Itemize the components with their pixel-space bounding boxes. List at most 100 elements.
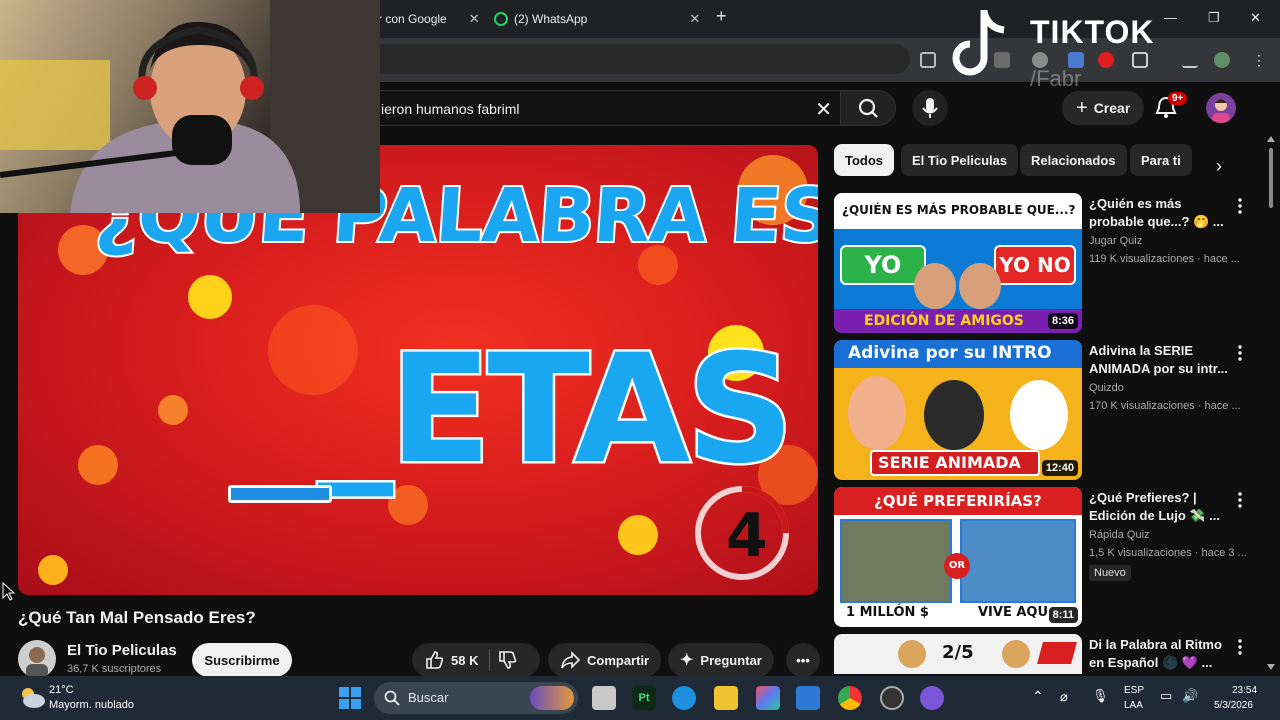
- recommendation-title[interactable]: ¿Quién es más probable que...? 🤭 ...: [1089, 195, 1239, 231]
- mic-icon: [922, 98, 938, 118]
- close-tab-icon[interactable]: ✕: [469, 11, 480, 27]
- more-actions-button[interactable]: •••: [786, 643, 820, 677]
- recommendation-thumbnail[interactable]: ¿QUIÉN ES MÁS PROBABLE QUE...? YO YO NO …: [834, 193, 1082, 333]
- more-vert-icon[interactable]: [1234, 491, 1246, 509]
- recommendation-title[interactable]: Di la Palabra al Ritmo en Español 🌑 💜 ..…: [1089, 636, 1239, 672]
- like-icon[interactable]: [424, 650, 444, 670]
- taskbar-search[interactable]: Buscar: [374, 682, 578, 714]
- new-tab-icon[interactable]: +: [716, 6, 727, 27]
- media-icon[interactable]: [1182, 52, 1198, 68]
- windows-start-icon[interactable]: [338, 686, 362, 710]
- recommendation-title[interactable]: ¿Qué Prefieres? | Edición de Lujo 💸 ...: [1089, 489, 1239, 525]
- recommendation-item[interactable]: ¿QUIÉN ES MÁS PROBABLE QUE...? YO YO NO …: [834, 193, 1264, 333]
- search-input[interactable]: ieron humanos fabriml ✕: [300, 90, 840, 126]
- tray-volume-icon[interactable]: 🔊: [1182, 688, 1198, 704]
- channel-subscribers: 36,7 K suscriptores: [67, 663, 162, 675]
- recommendation-thumbnail[interactable]: ¿QUÉ PREFERIRÍAS? OR 1 MILLÓN $ VIVE AQU…: [834, 487, 1082, 627]
- more-vert-icon[interactable]: [1234, 638, 1246, 656]
- channel-name[interactable]: El Tio Peliculas: [67, 642, 177, 659]
- chip-todos[interactable]: Todos: [834, 144, 895, 176]
- tab-whatsapp[interactable]: (2) WhatsApp ✕: [494, 8, 700, 30]
- tray-display-icon[interactable]: ▭: [1160, 688, 1172, 704]
- subscribe-button[interactable]: Suscribirme: [192, 643, 292, 677]
- voice-search-button[interactable]: [912, 90, 948, 126]
- dislike-icon[interactable]: [497, 650, 517, 670]
- tab-whatsapp-label: (2) WhatsApp: [514, 12, 588, 26]
- weather-description[interactable]: Mayorm. nublado: [49, 699, 134, 711]
- search-icon: [384, 690, 400, 706]
- chat-app-icon[interactable]: [920, 686, 944, 710]
- account-avatar[interactable]: [1206, 93, 1236, 123]
- language-top[interactable]: ESP: [1124, 685, 1144, 696]
- close-tab-icon[interactable]: ✕: [689, 11, 700, 27]
- chrome-icon[interactable]: [838, 686, 862, 710]
- clear-search-icon[interactable]: ✕: [815, 97, 832, 122]
- recommendation-channel[interactable]: Quizdo: [1089, 382, 1124, 394]
- tiktok-brand-text: TIKTOK: [1030, 14, 1155, 50]
- microsoft-365-icon[interactable]: [756, 686, 780, 710]
- record-icon[interactable]: [1098, 52, 1114, 68]
- thumb-face: [959, 263, 1001, 309]
- recommendation-title[interactable]: Adivina la SERIE ANIMADA por su intr...: [1089, 342, 1239, 378]
- file-explorer-icon[interactable]: [714, 686, 738, 710]
- webcam-overlay: [0, 0, 380, 213]
- screen: r con Google ✕ (2) WhatsApp ✕ + — ❐ ✕ ⋮ …: [0, 0, 1280, 720]
- install-icon[interactable]: [920, 52, 936, 68]
- tray-chevron-up-icon[interactable]: ⌃: [1032, 688, 1044, 705]
- recommendation-thumbnail[interactable]: Adivina por su INTRO SERIE ANIMADA 12:40: [834, 340, 1082, 480]
- plus-icon: +: [1076, 96, 1088, 119]
- countdown-number: 4: [726, 501, 768, 571]
- search-button[interactable]: [840, 90, 896, 126]
- video-duration: 8:36: [1047, 313, 1078, 329]
- recommendation-item[interactable]: Adivina por su INTRO SERIE ANIMADA 12:40…: [834, 340, 1264, 480]
- channel-avatar[interactable]: [18, 640, 56, 678]
- language-bottom[interactable]: LAA: [1124, 700, 1143, 711]
- window-close-icon[interactable]: ✕: [1250, 10, 1261, 26]
- chip-para-ti[interactable]: Para ti: [1130, 144, 1192, 176]
- tab-google-label: r con Google: [378, 12, 447, 26]
- weather-cloud-icon[interactable]: [18, 684, 46, 710]
- store-icon[interactable]: [796, 686, 820, 710]
- more-vert-icon[interactable]: [1234, 344, 1246, 362]
- share-button[interactable]: Compartir: [548, 643, 662, 677]
- chevron-right-icon[interactable]: ›: [1216, 156, 1222, 177]
- recommendation-meta: 1,5 K visualizaciones · hace 3 ...: [1089, 547, 1247, 559]
- thumb-character: [848, 376, 906, 450]
- tray-network-off-icon[interactable]: ⌀: [1060, 689, 1068, 705]
- recorder-app-icon[interactable]: [880, 686, 904, 710]
- clock-date[interactable]: 5/3/2026: [1214, 700, 1253, 711]
- minimize-icon[interactable]: —: [1164, 10, 1177, 25]
- clock-time[interactable]: 23:54: [1232, 685, 1257, 696]
- more-vert-icon[interactable]: [1234, 197, 1246, 215]
- thumb-character: [1010, 380, 1068, 450]
- chip-relacionados[interactable]: Relacionados: [1020, 144, 1127, 176]
- page-scrollbar[interactable]: [1266, 134, 1276, 674]
- recommendation-channel[interactable]: Rápida Quiz: [1089, 529, 1150, 541]
- pt-app-icon[interactable]: Pt: [632, 686, 656, 710]
- edge-icon[interactable]: [672, 686, 696, 710]
- task-view-icon[interactable]: [592, 686, 616, 710]
- restore-icon[interactable]: ❐: [1208, 10, 1220, 26]
- recommendation-thumbnail[interactable]: 2/5: [834, 634, 1082, 674]
- browser-menu-icon[interactable]: ⋮: [1252, 52, 1266, 68]
- recommendation-item[interactable]: 2/5 Di la Palabra al Ritmo en Español 🌑 …: [834, 634, 1264, 674]
- create-button[interactable]: + Crear: [1062, 91, 1145, 125]
- profile-icon[interactable]: [1214, 52, 1230, 68]
- extensions-puzzle-icon[interactable]: [1132, 52, 1148, 68]
- channel-avatar-icon: [26, 647, 48, 678]
- thumb-dog: [1002, 640, 1030, 668]
- tray-mic-icon[interactable]: 🎙: [1092, 688, 1109, 704]
- tiktok-logo-icon: [952, 10, 1005, 76]
- ask-button[interactable]: ✦ Preguntar: [668, 643, 774, 677]
- thumb-top-text: Adivina por su INTRO: [848, 343, 1052, 363]
- weather-temperature[interactable]: 21°C: [49, 684, 74, 696]
- recommendation-item[interactable]: ¿QUÉ PREFERIRÍAS? OR 1 MILLÓN $ VIVE AQU…: [834, 487, 1264, 627]
- chip-el-tio-peliculas[interactable]: El Tio Peliculas: [901, 144, 1019, 176]
- video-duration: 12:40: [1041, 460, 1078, 476]
- taskbar-search-label: Buscar: [408, 690, 449, 705]
- recommendation-channel[interactable]: Jugar Quiz: [1089, 235, 1142, 247]
- thumb-counter-text: 2/5: [942, 642, 974, 663]
- address-bar[interactable]: [370, 44, 910, 74]
- tab-google[interactable]: r con Google ✕: [378, 8, 480, 30]
- like-dislike-group: 58 K: [412, 643, 540, 677]
